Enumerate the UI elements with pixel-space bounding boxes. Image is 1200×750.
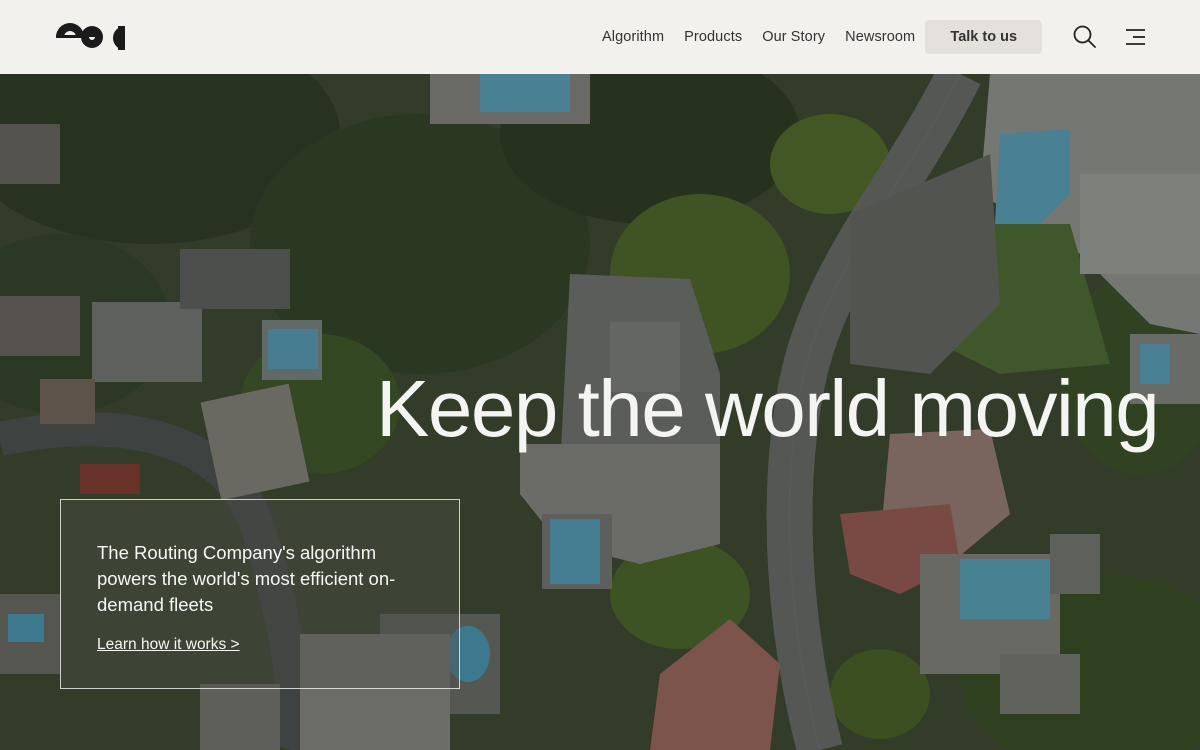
nav-our-story[interactable]: Our Story: [752, 29, 835, 45]
nav-newsroom[interactable]: Newsroom: [835, 29, 925, 45]
hero-card-text: The Routing Company's algorithm powers t…: [97, 542, 396, 615]
talk-to-us-button[interactable]: Talk to us: [925, 20, 1043, 54]
search-icon[interactable]: [1072, 24, 1098, 50]
site-header: Algorithm Products Our Story Newsroom Ta…: [0, 0, 1200, 74]
hero-info-card: The Routing Company's algorithm powers t…: [60, 499, 460, 689]
nav-algorithm[interactable]: Algorithm: [592, 29, 674, 45]
hero-section: Keep the world moving The Routing Compan…: [0, 74, 1200, 750]
main-nav: Algorithm Products Our Story Newsroom Ta…: [592, 0, 1043, 74]
menu-icon[interactable]: [1123, 24, 1149, 50]
nav-products[interactable]: Products: [674, 29, 752, 45]
company-logo[interactable]: [56, 23, 126, 51]
hero-title: Keep the world moving: [376, 364, 1160, 453]
learn-how-it-works-link[interactable]: Learn how it works >: [97, 636, 240, 654]
